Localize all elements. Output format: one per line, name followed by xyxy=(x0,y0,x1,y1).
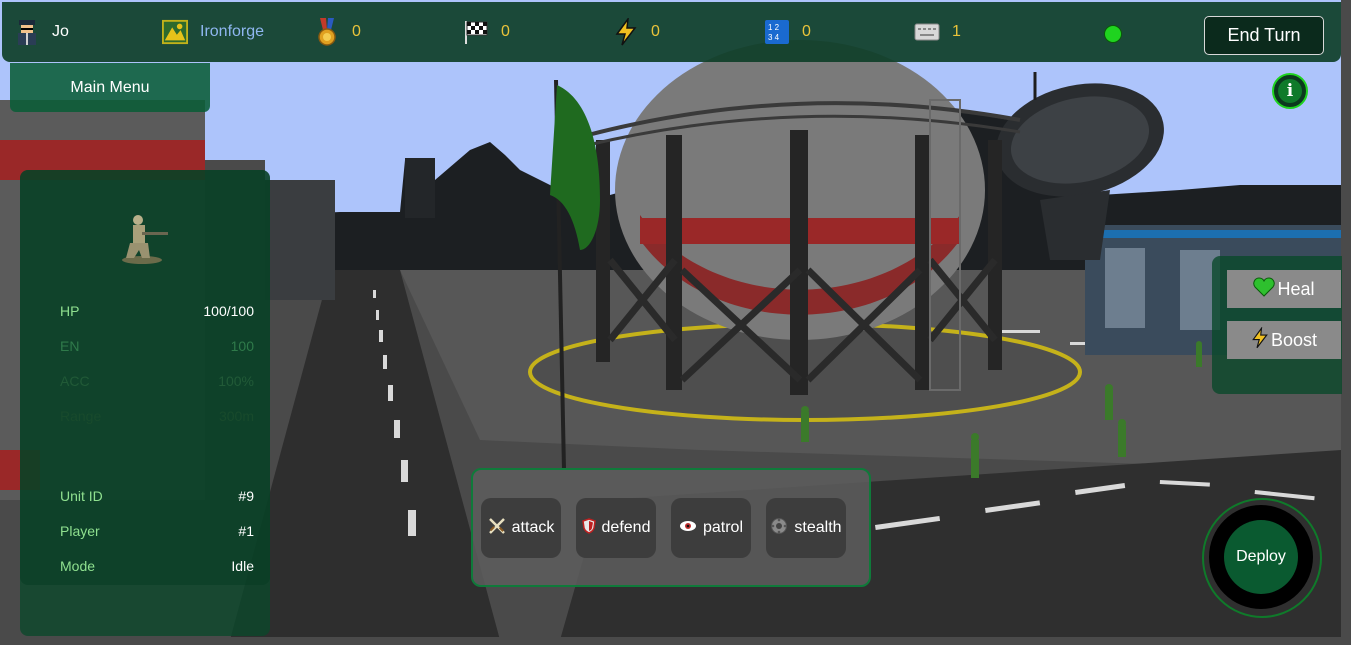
attack-button[interactable]: attack xyxy=(481,498,561,558)
cards-counter: 1 xyxy=(914,2,961,62)
boost-button[interactable]: Boost xyxy=(1227,321,1341,359)
info-label: Unit ID xyxy=(60,488,103,504)
info-value: #9 xyxy=(238,488,254,504)
soldier-portrait-icon xyxy=(120,210,172,266)
info-value: #1 xyxy=(238,523,254,539)
stat-en: EN 100 xyxy=(60,338,254,354)
connection-status-indicator xyxy=(1104,25,1122,43)
patrol-button[interactable]: patrol xyxy=(671,498,751,558)
stealth-button[interactable]: stealth xyxy=(766,498,846,558)
stat-value: 300m xyxy=(218,408,254,424)
lightning-icon xyxy=(1251,325,1269,354)
heal-label: Heal xyxy=(1277,278,1315,299)
tiles-value: 0 xyxy=(802,23,811,40)
medal-icon xyxy=(314,18,340,46)
action-label: attack xyxy=(511,519,555,536)
stat-value: 100 xyxy=(230,338,254,354)
info-label: Player xyxy=(60,523,100,539)
boost-label: Boost xyxy=(1270,329,1318,350)
city-name: Ironforge xyxy=(200,23,265,40)
action-label: defend xyxy=(601,519,651,536)
main-menu-button[interactable]: Main Menu xyxy=(10,63,210,112)
keyboard-icon xyxy=(914,19,940,45)
shield-icon xyxy=(581,517,596,539)
flags-counter: 0 xyxy=(463,2,510,62)
player-info: Jo xyxy=(14,2,69,62)
info-player: Player #1 xyxy=(60,523,254,539)
end-turn-button[interactable]: End Turn xyxy=(1204,16,1324,55)
stat-label: Range xyxy=(60,408,102,424)
tiles-counter: 1 23 4 0 xyxy=(764,2,811,62)
svg-text:1 2: 1 2 xyxy=(768,23,780,32)
medals-counter: 0 xyxy=(314,2,361,62)
landscape-icon xyxy=(162,19,188,45)
gear-icon xyxy=(770,517,788,540)
lightning-icon xyxy=(613,18,639,46)
eye-icon xyxy=(679,519,697,537)
energy-counter: 0 xyxy=(613,2,660,62)
top-status-bar: Jo Ironforge 0 0 0 1 23 4 0 1 End Turn xyxy=(2,2,1341,62)
flags-value: 0 xyxy=(501,23,510,40)
action-label: patrol xyxy=(702,519,744,536)
stat-label: ACC xyxy=(60,373,90,389)
stat-value: 100/100 xyxy=(203,303,254,319)
medals-value: 0 xyxy=(352,23,361,40)
info-button[interactable]: i xyxy=(1272,73,1308,109)
defend-button[interactable]: defend xyxy=(576,498,656,558)
stat-label: EN xyxy=(60,338,80,354)
stat-label: HP xyxy=(60,303,80,319)
info-icon: i xyxy=(1278,79,1302,103)
number-grid-icon: 1 23 4 xyxy=(764,19,790,45)
crossed-swords-icon xyxy=(488,517,506,540)
checkered-flag-icon xyxy=(463,19,489,45)
deploy-button[interactable]: Deploy xyxy=(1224,520,1298,594)
info-unit-id: Unit ID #9 xyxy=(60,488,254,504)
svg-text:3 4: 3 4 xyxy=(768,33,780,42)
officer-avatar-icon xyxy=(14,19,40,45)
stat-hp: HP 100/100 xyxy=(60,303,254,319)
stat-acc: ACC 100% xyxy=(60,373,254,389)
cards-value: 1 xyxy=(952,23,961,40)
heart-icon xyxy=(1253,276,1276,302)
info-label: Mode xyxy=(60,558,96,574)
heal-button[interactable]: Heal xyxy=(1227,270,1341,308)
energy-value: 0 xyxy=(651,23,660,40)
info-mode: Mode Idle xyxy=(60,558,254,574)
action-label: stealth xyxy=(794,519,842,536)
stat-range: Range 300m xyxy=(60,408,254,424)
info-value: Idle xyxy=(231,558,254,574)
unit-details-panel: HP 100/100 EN 100 ACC 100% Range 300m Un… xyxy=(20,170,270,636)
stat-value: 100% xyxy=(218,373,254,389)
player-name: Jo xyxy=(52,23,69,40)
city-info: Ironforge xyxy=(162,2,264,62)
